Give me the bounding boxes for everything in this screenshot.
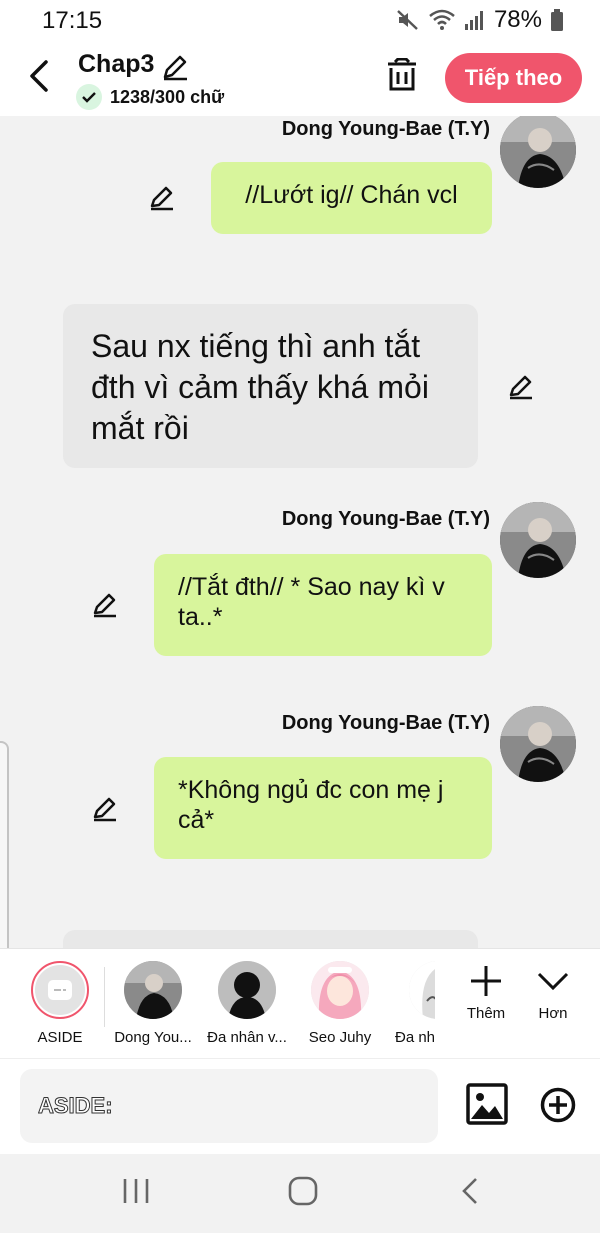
divider	[104, 967, 105, 1027]
home-button[interactable]	[288, 1176, 318, 1211]
back-icon	[462, 1178, 477, 1204]
aside-avatar	[31, 961, 89, 1019]
status-time: 17:15	[42, 7, 103, 34]
edit-message-button[interactable]	[147, 182, 177, 212]
message-bubble[interactable]: //Lướt ig// Chán vcl	[211, 162, 492, 234]
scroll-handle[interactable]	[0, 741, 9, 948]
chat-area[interactable]: Dong Young-Bae (T.Y) //Lướt ig// Chán vc…	[0, 116, 600, 948]
home-icon	[288, 1176, 318, 1206]
recent-apps-icon	[123, 1179, 149, 1203]
pencil-icon	[509, 375, 532, 400]
check-icon	[76, 84, 102, 110]
more-options-button[interactable]	[540, 1087, 576, 1128]
signal-icon	[464, 11, 483, 30]
pencil-icon	[163, 55, 187, 81]
avatar-silhouette	[218, 961, 276, 1019]
plus-circle-icon	[540, 1087, 576, 1123]
character-label: Dong You...	[114, 1029, 192, 1046]
trash-icon	[388, 57, 416, 91]
pencil-icon	[93, 797, 116, 822]
character-label: Đa nhân v...	[207, 1029, 287, 1046]
aside-icon	[48, 980, 72, 1000]
next-button[interactable]: Tiếp theo	[445, 53, 582, 103]
avatar[interactable]	[500, 706, 576, 782]
edit-message-button[interactable]	[90, 793, 120, 823]
avatar-partial	[409, 961, 435, 1019]
avatar-dong-young-bae	[124, 961, 182, 1019]
pencil-icon	[150, 186, 173, 211]
editor-header: Chap3 1238/300 chữ Tiếp theo	[0, 40, 600, 116]
sender-name: Dong Young-Bae (T.Y)	[281, 508, 490, 530]
character-label: Đa nhâ	[395, 1029, 435, 1046]
input-bar	[0, 1058, 600, 1154]
wifi-icon	[429, 9, 455, 30]
plus-icon	[471, 966, 501, 996]
narration-bubble-partial[interactable]	[63, 930, 478, 948]
avatar[interactable]	[500, 116, 576, 188]
battery-icon	[551, 9, 563, 31]
edit-message-button[interactable]	[90, 589, 120, 619]
more-button[interactable]: Hơn	[523, 963, 583, 1022]
character-label: Seo Juhy	[308, 1029, 372, 1046]
recent-apps-button[interactable]	[122, 1176, 150, 1211]
image-icon	[466, 1083, 508, 1125]
character-dong-young-bae[interactable]: Dong You...	[110, 961, 196, 1046]
system-back-button[interactable]	[460, 1176, 480, 1211]
message-input[interactable]	[38, 1093, 438, 1119]
character-da-nha[interactable]: Đa nhâ	[383, 961, 435, 1046]
message-bubble[interactable]: //Tắt đth// * Sao nay kì v ta..*	[154, 554, 492, 656]
pencil-icon	[93, 593, 116, 618]
status-bar: 17:15 78%	[0, 0, 600, 40]
insert-image-button[interactable]	[466, 1083, 508, 1130]
character-aside[interactable]: ASIDE	[17, 961, 103, 1046]
avatar-seo-juhy	[311, 961, 369, 1019]
mute-icon	[397, 10, 418, 30]
edit-title-button[interactable]	[160, 52, 190, 87]
word-count: 1238/300 chữ	[110, 86, 225, 107]
add-character-button[interactable]: Thêm	[456, 963, 516, 1022]
message-bubble[interactable]: *Không ngủ đc con mẹ j cả*	[154, 757, 492, 859]
message-input-box[interactable]	[20, 1069, 438, 1143]
word-count-row: 1238/300 chữ	[76, 84, 224, 110]
sender-name: Dong Young-Bae (T.Y)	[281, 712, 490, 734]
add-label: Thêm	[466, 1005, 506, 1022]
delete-button[interactable]	[386, 57, 418, 97]
character-da-nhan-v[interactable]: Đa nhân v...	[204, 961, 290, 1046]
chevron-left-icon	[30, 60, 48, 92]
sender-name: Dong Young-Bae (T.Y)	[281, 118, 490, 140]
back-button[interactable]	[22, 56, 56, 96]
status-icons: 78%	[396, 6, 564, 34]
narration-bubble[interactable]: Sau nx tiếng thì anh tắt đth vì cảm thấy…	[63, 304, 478, 468]
chapter-title: Chap3	[78, 50, 155, 78]
edit-message-button[interactable]	[506, 371, 536, 401]
character-seo-juhy[interactable]: Seo Juhy	[297, 961, 383, 1046]
battery-percentage: 78%	[493, 6, 542, 33]
chevron-down-icon	[537, 972, 569, 991]
character-bar: ASIDE Dong You... Đa nhân v... Seo Juhy …	[0, 948, 600, 1058]
system-nav-bar	[0, 1154, 600, 1233]
character-label: ASIDE	[37, 1029, 83, 1046]
more-label: Hơn	[538, 1005, 568, 1022]
avatar[interactable]	[500, 502, 576, 578]
